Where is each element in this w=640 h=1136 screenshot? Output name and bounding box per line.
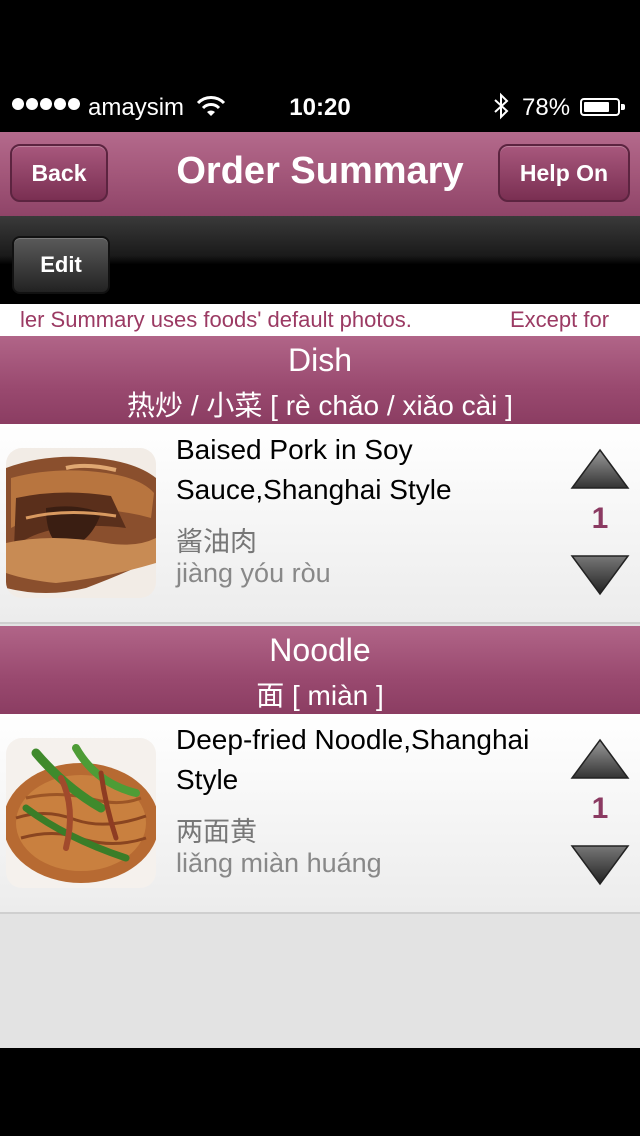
item-pinyin: jiàng yóu ròu	[176, 558, 331, 588]
decrease-quantity-icon[interactable]	[570, 842, 630, 886]
section-header-noodle: Noodle 面 [ miàn ]	[0, 626, 640, 714]
order-item-row[interactable]: Baised Pork in Soy Sauce,Shanghai Style …	[0, 424, 640, 624]
item-chinese-name: 酱油肉	[176, 527, 257, 557]
bottom-bar	[0, 1048, 640, 1136]
marquee-text: ler Summary uses foods' default photos.	[20, 307, 412, 332]
section-subtitle: 面 [ miàn ]	[256, 680, 384, 711]
info-marquee: ler Summary uses foods' default photos. …	[0, 304, 640, 336]
section-subtitle: 热炒 / 小菜 [ rè chǎo / xiǎo cài ]	[127, 390, 513, 421]
section-title: Noodle	[269, 632, 371, 668]
item-pinyin: liǎng miàn huáng	[176, 848, 382, 878]
help-button[interactable]: Help On	[498, 144, 630, 202]
food-photo	[6, 448, 156, 598]
battery-fill	[584, 102, 609, 112]
section-title: Dish	[287, 342, 352, 378]
food-photo	[6, 738, 156, 888]
item-chinese-name: 两面黄	[176, 817, 257, 847]
section-header-dish: Dish 热炒 / 小菜 [ rè chǎo / xiǎo cài ]	[0, 336, 640, 424]
battery-percentage: 78%	[522, 94, 571, 121]
item-quantity: 1	[591, 502, 609, 535]
item-name: Deep-fried Noodle,Shanghai Style	[176, 724, 530, 795]
status-bar: amaysim 10:20 78%	[0, 80, 640, 132]
battery-icon	[580, 98, 625, 116]
bluetooth-icon	[494, 92, 509, 120]
edit-button[interactable]: Edit	[12, 236, 110, 294]
item-quantity: 1	[591, 792, 609, 825]
order-item-row[interactable]: Deep-fried Noodle,Shanghai Style 两面黄 liǎ…	[0, 714, 640, 914]
marquee-text-continued: Except for	[510, 307, 610, 332]
order-list: Dish 热炒 / 小菜 [ rè chǎo / xiǎo cài ] Bais…	[0, 336, 640, 1048]
increase-quantity-icon[interactable]	[570, 448, 630, 492]
decrease-quantity-icon[interactable]	[570, 552, 630, 596]
toolbar: Edit	[0, 216, 640, 304]
navigation-bar: Back Order Summary Help On	[0, 132, 640, 218]
increase-quantity-icon[interactable]	[570, 738, 630, 782]
item-name: Baised Pork in Soy Sauce,Shanghai Style	[176, 434, 452, 505]
